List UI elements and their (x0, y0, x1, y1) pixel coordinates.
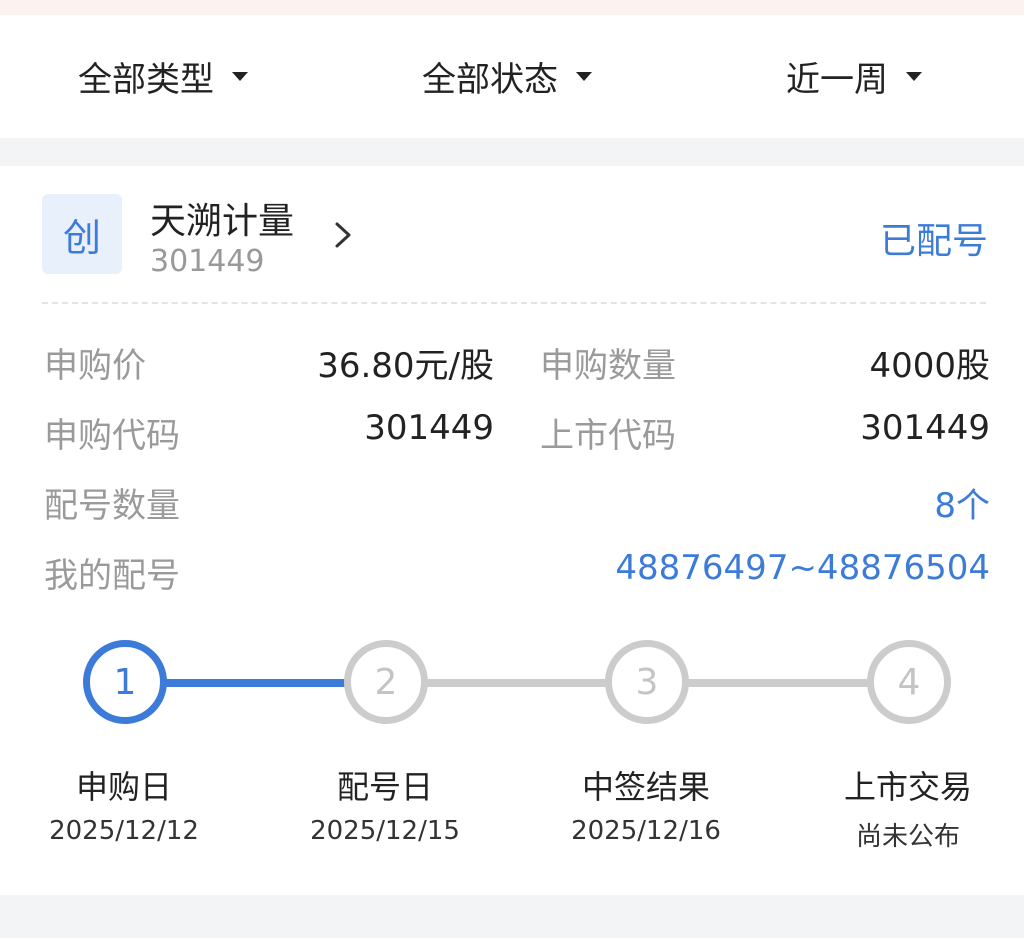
caret-down-icon (576, 72, 592, 81)
step-1-circle: 1 (83, 640, 167, 724)
price-label: 申购价 (44, 346, 146, 386)
listing-code-label: 上市代码 (540, 416, 676, 456)
step-2-circle: 2 (344, 640, 428, 724)
filter-status-label: 全部状态 (422, 60, 558, 100)
progress-line-done (160, 679, 350, 687)
chevron-right-icon[interactable] (330, 216, 356, 254)
step-4-circle: 4 (867, 640, 951, 724)
match-count-label: 配号数量 (44, 486, 180, 526)
caret-down-icon (906, 72, 922, 81)
divider (42, 302, 986, 304)
step-4-date: 尚未公布 (855, 822, 960, 852)
filter-period-label: 近一周 (786, 60, 888, 100)
filter-type-label: 全部类型 (78, 60, 214, 100)
step-1-date: 2025/12/12 (49, 816, 199, 846)
step-2-date: 2025/12/15 (310, 816, 460, 846)
stock-name[interactable]: 天溯计量 (150, 192, 294, 244)
step-3-date: 2025/12/16 (571, 816, 721, 846)
step-3-circle: 3 (605, 640, 689, 724)
status-badge: 已配号 (879, 221, 988, 262)
price-value: 36.80元/股 (317, 346, 494, 386)
match-count-value: 8个 (934, 486, 990, 526)
quantity-label: 申购数量 (540, 346, 676, 386)
quantity-value: 4000股 (869, 346, 990, 386)
step-2-label: 配号日 (336, 768, 433, 806)
filter-status-dropdown[interactable]: 全部状态 (422, 15, 592, 138)
board-badge: 创 (42, 194, 122, 274)
listing-code-value: 301449 (860, 408, 990, 448)
stock-code: 301449 (150, 244, 265, 279)
step-1-label: 申购日 (75, 768, 172, 806)
subscription-code-label: 申购代码 (44, 416, 180, 456)
caret-down-icon (232, 72, 248, 81)
top-strip (0, 0, 1024, 15)
subscription-code-value: 301449 (364, 408, 494, 448)
filter-type-dropdown[interactable]: 全部类型 (78, 15, 248, 138)
step-4-label: 上市交易 (843, 768, 972, 806)
step-3-label: 中签结果 (581, 768, 710, 806)
my-match-value: 48876497~48876504 (615, 548, 990, 588)
my-match-label: 我的配号 (44, 556, 180, 596)
filter-period-dropdown[interactable]: 近一周 (786, 15, 922, 138)
ipo-card: 创 天溯计量 301449 已配号 申购价 36.80元/股 申购数量 4000… (0, 166, 1024, 895)
filter-bar: 全部类型 全部状态 近一周 (0, 15, 1024, 138)
